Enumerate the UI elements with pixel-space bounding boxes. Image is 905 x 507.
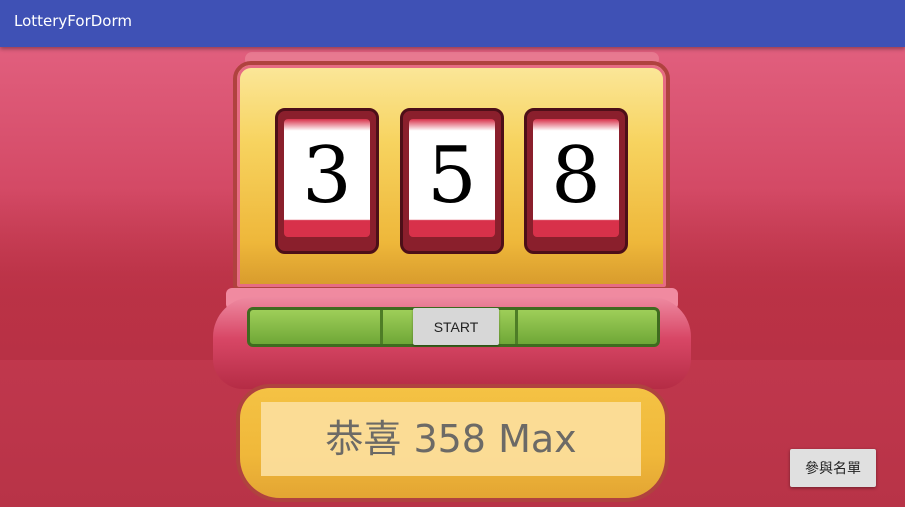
result-text: 恭喜 358 Max — [325, 417, 577, 461]
reel-digit: 5 — [427, 131, 477, 221]
reel-3: 8 — [524, 108, 628, 254]
start-button[interactable]: START — [413, 308, 499, 345]
reel-digit: 8 — [551, 131, 601, 221]
reel-1: 3 — [275, 108, 379, 254]
app-bar: LotteryForDorm — [0, 0, 905, 47]
participants-list-button[interactable]: 參與名單 — [790, 449, 876, 487]
reel-2: 5 — [400, 108, 504, 254]
strip-divider — [515, 310, 518, 344]
app-title: LotteryForDorm — [14, 12, 132, 30]
strip-divider — [380, 310, 383, 344]
reel-digit: 3 — [302, 131, 352, 221]
